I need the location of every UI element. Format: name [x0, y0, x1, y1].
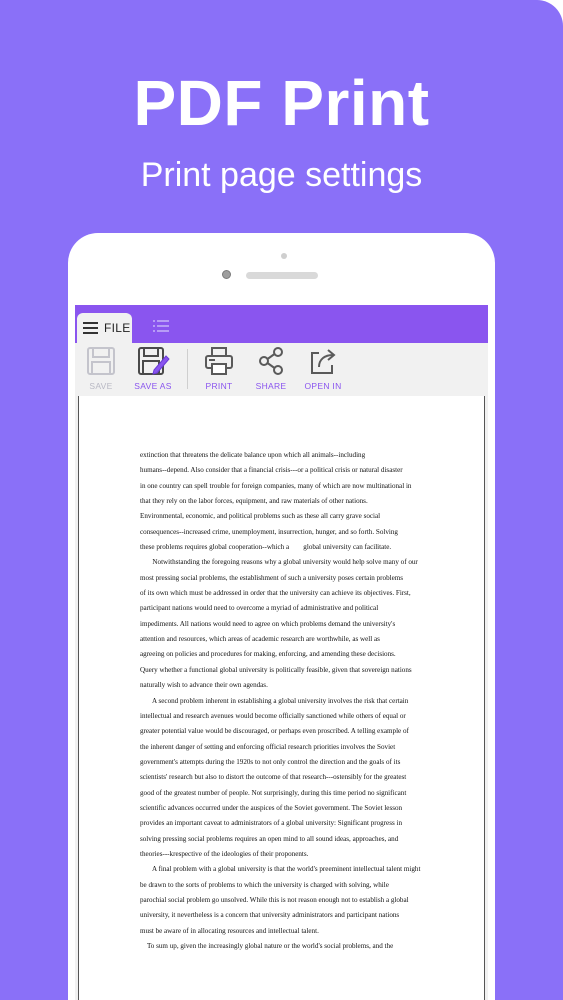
document-text-line: attention and resources, which areas of … — [140, 635, 380, 644]
document-text-line: intellectual and research avenues would … — [140, 711, 406, 720]
app-screen: FILE SAVE SAVE AS PRINT SHARE OPEN IN ex… — [75, 305, 488, 1000]
document-text-line: A second problem inherent in establishin… — [140, 696, 409, 705]
document-text-line: must be aware of in allocating resources… — [140, 926, 319, 935]
document-text-line: parochial social problem go unsolved. Wh… — [140, 895, 409, 904]
document-text-line: solving pressing social problems require… — [140, 834, 399, 843]
print-label: PRINT — [205, 381, 233, 391]
document-body-text: extinction that threatens the delicate b… — [140, 451, 440, 957]
headline-title: PDF Print — [133, 67, 430, 139]
share-button[interactable]: SHARE — [241, 345, 301, 395]
document-text-line: be drawn to the sorts of problems to whi… — [140, 880, 389, 889]
open-in-button[interactable]: OPEN IN — [293, 345, 353, 395]
document-text-line: naturally wish to advance their own agen… — [140, 681, 268, 690]
share-icon — [259, 347, 283, 375]
document-text-line: good of the greatest number of people. N… — [140, 788, 407, 797]
document-text-line: scientists' research but also to distort… — [140, 773, 407, 782]
tab-file[interactable]: FILE — [77, 313, 132, 343]
sensor-dot — [281, 253, 287, 259]
document-text-line: most pressing social problems, the estab… — [140, 573, 404, 582]
save-as-label: SAVE AS — [134, 381, 172, 391]
floppy-disk-icon — [87, 347, 115, 375]
document-text-line: of its own which must be addressed in or… — [140, 589, 411, 598]
document-text-line: in one country can spell trouble for for… — [140, 481, 412, 490]
document-text-line: these problems requires global cooperati… — [140, 543, 392, 552]
document-text-line: scientific advances occurred under the a… — [140, 803, 403, 812]
document-text-line: the inherent danger of setting and enfor… — [140, 742, 396, 751]
share-label: SHARE — [255, 381, 287, 391]
document-text-line: impediments. All nations would need to a… — [140, 619, 396, 628]
tab-bar: FILE — [75, 305, 488, 343]
headline-subtitle: Print page settings — [140, 156, 423, 194]
list-outline-icon[interactable] — [153, 319, 169, 333]
document-text-line: A final problem with a global university… — [140, 865, 421, 874]
open-in-label: OPEN IN — [304, 381, 342, 391]
open-in-arrow-icon — [311, 349, 336, 374]
document-text-line: theories---krespective of the ideologies… — [140, 849, 309, 858]
file-toolbar: SAVE SAVE AS PRINT SHARE OPEN IN — [75, 343, 488, 395]
document-text-line: humans--depend. Also consider that a fin… — [140, 466, 403, 475]
document-text-line: Query whether a functional global univer… — [140, 665, 412, 674]
document-text-line: greater potential value would be discour… — [140, 727, 409, 736]
document-text-line: agreeing on policies and procedures for … — [140, 650, 396, 659]
document-text-line: participant nations would need to overco… — [140, 604, 379, 613]
document-text-line: Notwithstanding the foregoing reasons wh… — [140, 558, 418, 567]
document-text-line: provides an important caveat to administ… — [140, 819, 403, 828]
document-text-line: consequences--increased crime, unemploym… — [140, 527, 398, 536]
tab-file-label: FILE — [104, 321, 131, 335]
toolbar-divider — [187, 349, 188, 389]
save-as-button[interactable]: SAVE AS — [123, 345, 183, 395]
document-text-line: Environmental, economic, and political p… — [140, 512, 381, 521]
document-text-line: extinction that threatens the delicate b… — [140, 451, 366, 459]
document-text-line: university, it nevertheless is a concern… — [140, 911, 400, 920]
document-page[interactable]: extinction that threatens the delicate b… — [78, 396, 485, 1000]
print-button[interactable]: PRINT — [189, 345, 249, 395]
front-camera — [222, 270, 231, 279]
hamburger-menu-icon — [83, 322, 98, 334]
document-text-line: To sum up, given the increasingly global… — [140, 942, 394, 950]
speaker-grille — [246, 272, 318, 279]
save-as-pencil-icon — [138, 347, 170, 375]
printer-icon — [205, 347, 233, 375]
document-text-line: that they rely on the labor forces, equi… — [140, 497, 368, 506]
document-text-line: government's attempts during the 1920s t… — [140, 757, 401, 766]
